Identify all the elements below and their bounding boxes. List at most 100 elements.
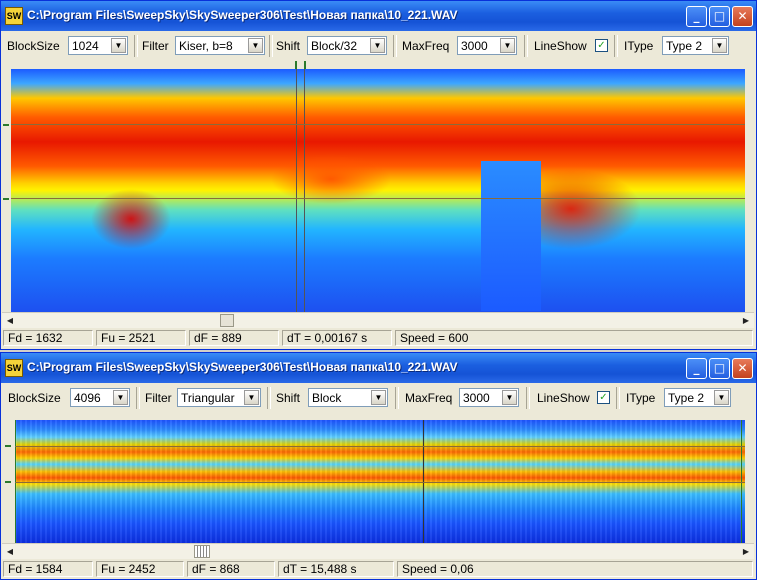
spectrogram-dip bbox=[481, 161, 541, 311]
itype-select[interactable]: Type 2 ▼ bbox=[664, 388, 731, 407]
lineshow-label: LineShow bbox=[534, 39, 587, 53]
window-title: C:\Program Files\SweepSky\SkySweeper306\… bbox=[27, 360, 458, 374]
arrow-right-icon[interactable]: ▶ bbox=[738, 544, 754, 559]
cursor-handle[interactable] bbox=[295, 61, 297, 69]
itype-value: Type 2 bbox=[666, 39, 703, 53]
filter-value: Triangular bbox=[181, 391, 235, 405]
blocksize-select[interactable]: 1024 ▼ bbox=[68, 36, 128, 55]
toolbar-divider bbox=[134, 35, 138, 57]
spectrogram-window-1: SW C:\Program Files\SweepSky\SkySweeper3… bbox=[0, 0, 757, 350]
chevron-down-icon[interactable]: ▼ bbox=[244, 390, 259, 405]
chevron-down-icon[interactable]: ▼ bbox=[370, 38, 385, 53]
maxfreq-label: MaxFreq bbox=[405, 391, 453, 405]
toolbar-divider bbox=[526, 387, 530, 409]
toolbar-divider bbox=[136, 387, 140, 409]
lower-frequency-marker bbox=[3, 198, 9, 200]
chevron-down-icon[interactable]: ▼ bbox=[248, 38, 263, 53]
spectrogram-plot[interactable] bbox=[11, 69, 745, 312]
filter-select[interactable]: Triangular ▼ bbox=[177, 388, 261, 407]
itype-label: IType bbox=[624, 39, 654, 53]
close-button[interactable]: ✕ bbox=[732, 6, 753, 27]
close-button[interactable]: ✕ bbox=[732, 358, 753, 379]
minimize-button[interactable]: _ bbox=[686, 358, 707, 379]
app-icon: SW bbox=[5, 359, 23, 377]
shift-select[interactable]: Block ▼ bbox=[308, 388, 388, 407]
title-bar[interactable]: SW C:\Program Files\SweepSky\SkySweeper3… bbox=[1, 1, 756, 31]
filter-label: Filter bbox=[145, 391, 172, 405]
chevron-down-icon[interactable]: ▼ bbox=[714, 390, 729, 405]
itype-value: Type 2 bbox=[668, 391, 705, 405]
toolbar-divider bbox=[395, 387, 399, 409]
status-df: dF = 868 bbox=[187, 561, 275, 577]
upper-frequency-line[interactable] bbox=[11, 124, 745, 125]
status-dt: dT = 15,488 s bbox=[278, 561, 394, 577]
shift-value: Block bbox=[312, 391, 342, 405]
blocksize-select[interactable]: 4096 ▼ bbox=[70, 388, 130, 407]
blocksize-label: BlockSize bbox=[7, 39, 60, 53]
lower-frequency-line[interactable] bbox=[15, 482, 745, 483]
arrow-right-icon[interactable]: ▶ bbox=[738, 313, 754, 328]
chevron-down-icon[interactable]: ▼ bbox=[500, 38, 515, 53]
filter-select[interactable]: Kiser, b=8 ▼ bbox=[175, 36, 265, 55]
shift-select[interactable]: Block/32 ▼ bbox=[307, 36, 387, 55]
maxfreq-value: 3000 bbox=[461, 39, 488, 53]
time-cursor[interactable] bbox=[304, 69, 305, 312]
toolbar-divider bbox=[393, 35, 397, 57]
status-bar: Fd = 1632 Fu = 2521 dF = 889 dT = 0,0016… bbox=[1, 328, 756, 348]
title-bar[interactable]: SW C:\Program Files\SweepSky\SkySweeper3… bbox=[1, 353, 756, 383]
maximize-button[interactable]: □ bbox=[709, 6, 730, 27]
arrow-left-icon[interactable]: ◀ bbox=[2, 313, 18, 328]
chevron-down-icon[interactable]: ▼ bbox=[371, 390, 386, 405]
shift-label: Shift bbox=[276, 39, 301, 53]
chevron-down-icon[interactable]: ▼ bbox=[111, 38, 126, 53]
status-df: dF = 889 bbox=[189, 330, 279, 346]
time-cursor[interactable] bbox=[296, 69, 297, 312]
spectrogram-plot[interactable] bbox=[15, 420, 745, 543]
upper-frequency-marker bbox=[3, 124, 9, 126]
app-icon: SW bbox=[5, 7, 23, 25]
toolbar-divider bbox=[524, 35, 528, 57]
lineshow-label: LineShow bbox=[537, 391, 590, 405]
toolbar-divider bbox=[269, 35, 273, 57]
upper-frequency-line[interactable] bbox=[15, 446, 745, 447]
window-title: C:\Program Files\SweepSky\SkySweeper306\… bbox=[27, 8, 458, 22]
lower-frequency-line[interactable] bbox=[11, 198, 745, 199]
chevron-down-icon[interactable]: ▼ bbox=[113, 390, 128, 405]
spectrogram-window-2: SW C:\Program Files\SweepSky\SkySweeper3… bbox=[0, 352, 757, 580]
toolbar-divider bbox=[267, 387, 271, 409]
maximize-button[interactable]: □ bbox=[709, 358, 730, 379]
maxfreq-label: MaxFreq bbox=[402, 39, 450, 53]
chevron-down-icon[interactable]: ▼ bbox=[502, 390, 517, 405]
filter-label: Filter bbox=[142, 39, 169, 53]
blocksize-label: BlockSize bbox=[8, 391, 61, 405]
status-dt: dT = 0,00167 s bbox=[282, 330, 392, 346]
lineshow-checkbox[interactable]: ✓ bbox=[597, 391, 610, 404]
horizontal-scrollbar[interactable]: ◀ ▶ bbox=[2, 312, 754, 328]
arrow-left-icon[interactable]: ◀ bbox=[2, 544, 18, 559]
scroll-thumb[interactable] bbox=[220, 314, 234, 327]
toolbar: BlockSize 4096 ▼ Filter Triangular ▼ Shi… bbox=[1, 384, 756, 412]
chevron-down-icon[interactable]: ▼ bbox=[712, 38, 727, 53]
scroll-thumb[interactable] bbox=[194, 545, 210, 558]
status-fd: Fd = 1584 bbox=[3, 561, 93, 577]
filter-value: Kiser, b=8 bbox=[179, 39, 233, 53]
maxfreq-value: 3000 bbox=[463, 391, 490, 405]
minimize-button[interactable]: _ bbox=[686, 6, 707, 27]
cursor-handle[interactable] bbox=[304, 61, 306, 69]
shift-value: Block/32 bbox=[311, 39, 358, 53]
blocksize-value: 4096 bbox=[74, 391, 101, 405]
toolbar: BlockSize 1024 ▼ Filter Kiser, b=8 ▼ Shi… bbox=[1, 32, 756, 60]
toolbar-divider bbox=[616, 387, 620, 409]
maxfreq-select[interactable]: 3000 ▼ bbox=[457, 36, 517, 55]
horizontal-scrollbar[interactable]: ◀ ▶ bbox=[2, 543, 754, 559]
lineshow-checkbox[interactable]: ✓ bbox=[595, 39, 608, 52]
shift-label: Shift bbox=[276, 391, 301, 405]
status-speed: Speed = 0,06 bbox=[397, 561, 753, 577]
itype-select[interactable]: Type 2 ▼ bbox=[662, 36, 729, 55]
status-fd: Fd = 1632 bbox=[3, 330, 93, 346]
itype-label: IType bbox=[626, 391, 656, 405]
upper-frequency-marker bbox=[5, 445, 11, 447]
lower-frequency-marker bbox=[5, 481, 11, 483]
toolbar-divider bbox=[614, 35, 618, 57]
maxfreq-select[interactable]: 3000 ▼ bbox=[459, 388, 519, 407]
